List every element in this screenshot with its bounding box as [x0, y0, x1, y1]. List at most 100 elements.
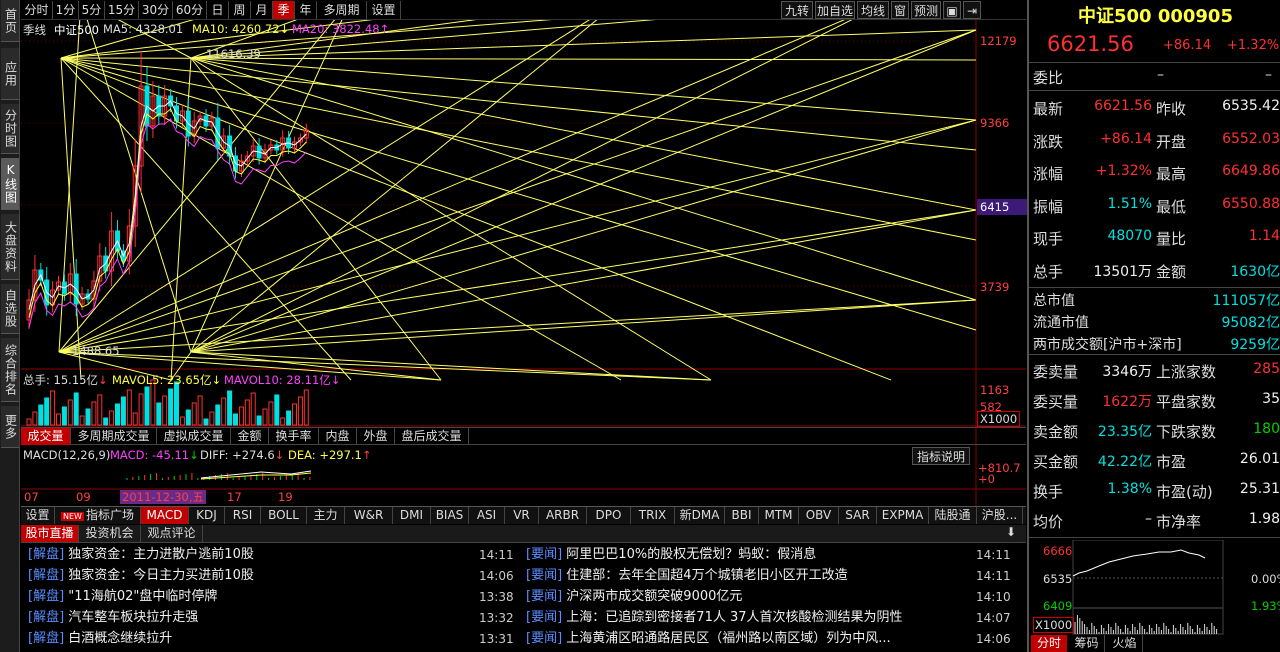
news-tab-live[interactable]: 股市直播 — [21, 525, 79, 542]
rail-tab-watchlist[interactable]: 自选股 — [1, 284, 19, 334]
ind-tab-newdma[interactable]: 新DMA — [675, 507, 725, 524]
period-5min[interactable]: 5分 — [79, 1, 105, 19]
news-item[interactable]: [要闻] 阿里巴巴10%的股权无偿划？蚂蚁：假消息 — [526, 544, 816, 565]
download-icon[interactable]: ⬇ — [1001, 525, 1021, 542]
forecast-button[interactable]: 预测 — [911, 1, 941, 19]
period-week[interactable]: 周 — [229, 1, 251, 19]
ind-tab-trix[interactable]: TRIX — [631, 507, 675, 524]
ind-tab-dpo[interactable]: DPO — [587, 507, 631, 524]
ind-tab-obv[interactable]: OBV — [799, 507, 839, 524]
low-price-label: 1488.65 — [72, 344, 120, 358]
period-timeshare[interactable]: 分时 — [21, 1, 53, 19]
rail-tab-kline[interactable]: K线图 — [1, 158, 19, 210]
news-item[interactable]: [解盘] "11海航02"盘中临时停牌 — [28, 586, 217, 607]
dock-icon[interactable]: ⇥ — [963, 1, 981, 19]
window-button[interactable]: 窗 — [891, 1, 909, 19]
ind-tab-boll[interactable]: BOLL — [261, 507, 307, 524]
vol-tab-turnover[interactable]: 换手率 — [269, 428, 319, 445]
gann-line — [190, 29, 977, 353]
ind-tab-square[interactable]: NEW 指标广场 — [55, 507, 141, 524]
period-60min[interactable]: 60分 — [173, 1, 207, 19]
ind-tab-dmi[interactable]: DMI — [393, 507, 431, 524]
news-item[interactable]: [要闻] 住建部：去年全国超4万个城镇老旧小区开工改造 — [526, 565, 848, 586]
ind-tab-settings[interactable]: 设置 — [21, 507, 55, 524]
ind-tab-expma[interactable]: EXPMA — [877, 507, 929, 524]
mini-tab-timeshare[interactable]: 分时 — [1031, 635, 1067, 652]
ind-tab-bbi[interactable]: BBI — [725, 507, 759, 524]
vol-tab-after[interactable]: 盘后成交量 — [395, 428, 469, 445]
ind-tab-asi[interactable]: ASI — [469, 507, 505, 524]
ind-tab-macd[interactable]: MACD — [141, 507, 189, 524]
ind-tab-arbr[interactable]: ARBR — [539, 507, 587, 524]
news-item[interactable]: [解盘] 独家资金：主力进散户逃前10股 — [28, 544, 254, 565]
date-tick: 07 — [24, 490, 39, 504]
ind-tab-main[interactable]: 主力 — [307, 507, 345, 524]
vol-tab-virtual[interactable]: 虚拟成交量 — [157, 428, 231, 445]
news-tab-opinion[interactable]: 观点评论 — [141, 525, 203, 542]
rail-tab-timeshare[interactable]: 分时图 — [1, 104, 19, 154]
vol-tab-inner[interactable]: 内盘 — [319, 428, 357, 445]
dea-value: DEA: +297.1↑ — [288, 448, 372, 462]
rail-tab-home[interactable]: 首页 — [1, 0, 19, 42]
volume-bar — [115, 403, 120, 426]
rail-tab-ranking[interactable]: 综合排名 — [1, 338, 19, 402]
vol-tab-amount[interactable]: 金额 — [231, 428, 269, 445]
ind-tab-mtm[interactable]: MTM — [759, 507, 799, 524]
market-value: 95082亿 — [1221, 315, 1280, 331]
ind-tab-vr[interactable]: VR — [505, 507, 539, 524]
ind-tab-sar[interactable]: SAR — [839, 507, 877, 524]
news-tab-opportunity[interactable]: 投资机会 — [79, 525, 141, 542]
market-row: 两市成交额[沪市+深市] 9259亿 — [1029, 334, 1280, 356]
period-30min[interactable]: 30分 — [139, 1, 173, 19]
vol-tab-multi[interactable]: 多周期成交量 — [71, 428, 157, 445]
lock-icon[interactable]: ▣ — [943, 1, 961, 19]
rail-tab-apps[interactable]: 应用 — [1, 48, 19, 100]
ind-tab-rsi[interactable]: RSI — [225, 507, 261, 524]
period-year[interactable]: 年 — [295, 1, 317, 19]
period-1min[interactable]: 1分 — [53, 1, 79, 19]
vol-tab-volume[interactable]: 成交量 — [21, 428, 71, 445]
gann-line — [190, 209, 977, 353]
quote-field-label: 现手 — [1033, 230, 1064, 248]
add-watchlist-button[interactable]: 加自选 — [815, 1, 855, 19]
mini-tab-chips[interactable]: 筹码 — [1069, 635, 1105, 652]
vol-tab-outer[interactable]: 外盘 — [357, 428, 395, 445]
quote-field-value: +86.14 — [1100, 130, 1152, 147]
period-quarter[interactable]: 季 — [273, 1, 295, 19]
ind-tab-kdj[interactable]: KDJ — [189, 507, 225, 524]
mavol5-label: MAVOL5: 23.65亿↓ — [112, 373, 222, 387]
weibi-value-2: – — [1265, 67, 1272, 83]
rail-tab-more[interactable]: 更多 — [1, 406, 19, 448]
ind-tab-bias[interactable]: BIAS — [431, 507, 469, 524]
ind-tab-shanghai[interactable]: 沪股... — [977, 507, 1023, 524]
rail-tab-market-info[interactable]: 大盘资料 — [1, 214, 19, 280]
quote-row: 涨跌 +86.14 开盘 6552.03 — [1029, 131, 1280, 163]
ind-tab-northbound[interactable]: 陆股通 — [929, 507, 977, 524]
period-settings[interactable]: 设置 — [367, 1, 401, 19]
indicator-explain-button[interactable]: 指标说明 — [912, 447, 970, 465]
volume-tabs: 成交量 多周期成交量 虚拟成交量 金额 换手率 内盘 外盘 盘后成交量 — [21, 427, 1026, 445]
period-15min[interactable]: 15分 — [105, 1, 139, 19]
mini-tab-flame[interactable]: 火焰 — [1107, 635, 1143, 652]
period-multi[interactable]: 多周期 — [317, 1, 367, 19]
quote-change: +86.14 — [1163, 38, 1212, 53]
news-item[interactable]: [要闻] 上海黄浦区昭通路居民区（福州路以南区域）列为中风... — [526, 628, 891, 649]
ind-tab-wr[interactable]: W&R — [345, 507, 393, 524]
gann-line — [190, 299, 977, 353]
volume-bar — [191, 402, 197, 426]
news-item[interactable]: [解盘] 白酒概念继续拉升 — [28, 628, 172, 649]
nine-turn-button[interactable]: 九转 — [781, 1, 813, 19]
volume-bar — [203, 418, 209, 426]
ma-lines-button[interactable]: 均线 — [857, 1, 889, 19]
news-item[interactable]: [解盘] 独家资金：今日主力买进前10股 — [28, 565, 254, 586]
ma20-label: MA20: 3822.48↑ — [292, 22, 390, 36]
volume-bar — [168, 388, 174, 426]
period-month[interactable]: 月 — [251, 1, 273, 19]
weibi-label: 委比 — [1033, 69, 1064, 87]
period-day[interactable]: 日 — [207, 1, 229, 19]
period-toolbar: 分时 1分 5分 15分 30分 60分 日 周 月 季 年 多周期 设置 九转… — [21, 0, 1026, 20]
news-item[interactable]: [要闻] 上海：已追踪到密接者71人 37人首次核酸检测结果为阴性 — [526, 607, 903, 628]
news-item[interactable]: [要闻] 沪深两市成交额突破9000亿元 — [526, 586, 742, 607]
quote-field-value: 1622万 — [1102, 394, 1152, 410]
news-item[interactable]: [解盘] 汽车整车板块拉升走强 — [28, 607, 198, 628]
